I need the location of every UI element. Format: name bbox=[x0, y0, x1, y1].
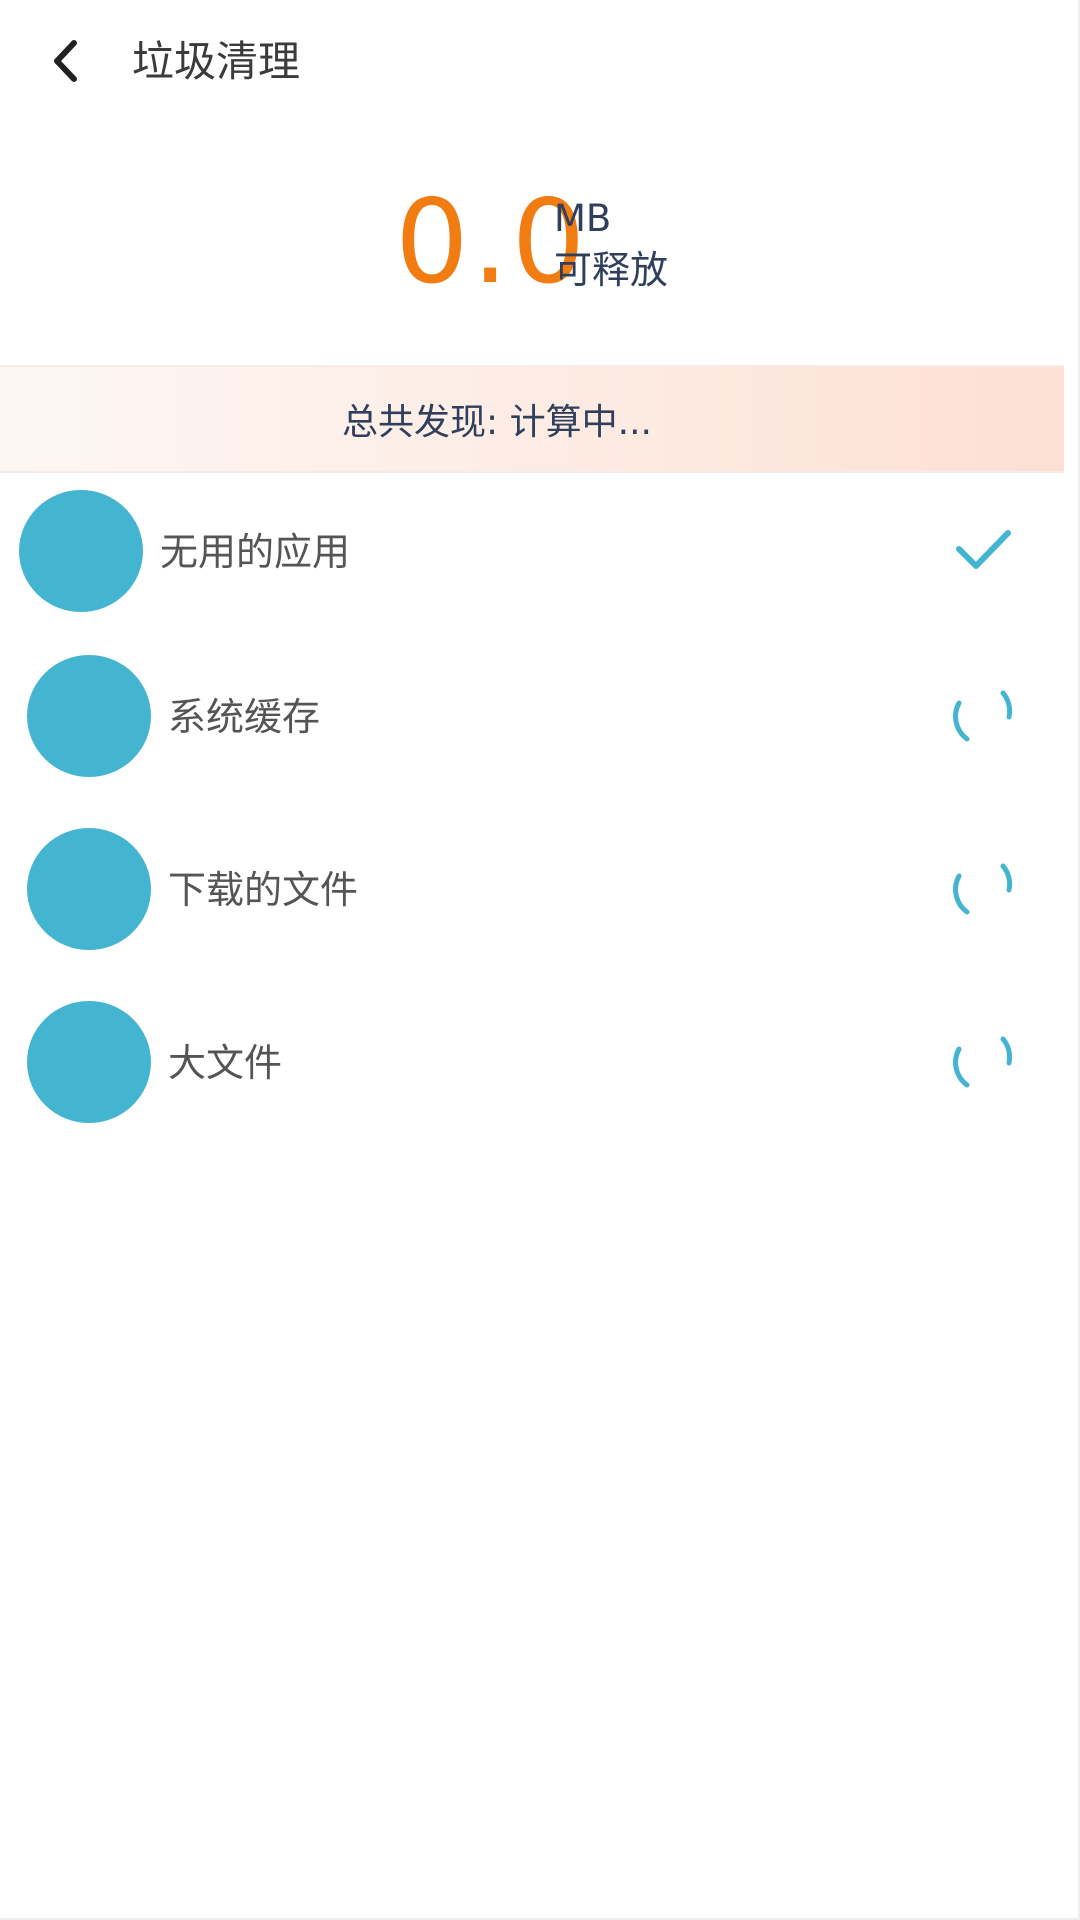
size-unit: MB bbox=[554, 197, 612, 240]
category-icon bbox=[27, 1001, 151, 1123]
item-label: 系统缓存 bbox=[168, 695, 321, 739]
total-found-banner: 总共发现: 计算中... bbox=[0, 365, 1064, 473]
status-indicator bbox=[944, 849, 1024, 929]
list-item-large-files[interactable]: 大文件 bbox=[0, 998, 1064, 1128]
app-header: 垃圾清理 bbox=[0, 0, 1080, 125]
list-item-downloaded-files[interactable]: 下载的文件 bbox=[0, 825, 1064, 955]
loading-spinner-icon bbox=[953, 1036, 1013, 1088]
loading-spinner-icon bbox=[953, 690, 1013, 742]
item-label: 无用的应用 bbox=[160, 530, 351, 574]
status-indicator bbox=[944, 1022, 1024, 1102]
size-caption: 可释放 bbox=[554, 248, 669, 292]
category-icon bbox=[27, 828, 151, 950]
list-item-unused-apps[interactable]: 无用的应用 bbox=[0, 486, 1064, 616]
checkmark-icon bbox=[956, 530, 1011, 569]
list-item-system-cache[interactable]: 系统缓存 bbox=[0, 652, 1064, 782]
junk-clean-screen: 垃圾清理 0.0 MB 可释放 总共发现: 计算中... 无用的应用 系统缓存 bbox=[0, 0, 1080, 1920]
back-button[interactable] bbox=[40, 30, 90, 92]
chevron-left-icon bbox=[54, 40, 77, 82]
releasable-size-summary: 0.0 MB 可释放 bbox=[0, 185, 1080, 305]
page-title: 垃圾清理 bbox=[132, 37, 301, 86]
total-found-text: 总共发现: 计算中... bbox=[342, 402, 652, 443]
item-label: 下载的文件 bbox=[168, 868, 359, 912]
status-indicator bbox=[944, 676, 1024, 756]
category-icon bbox=[19, 490, 143, 612]
category-icon bbox=[27, 655, 151, 777]
loading-spinner-icon bbox=[953, 863, 1013, 915]
item-label: 大文件 bbox=[168, 1041, 283, 1085]
status-indicator bbox=[944, 510, 1024, 590]
